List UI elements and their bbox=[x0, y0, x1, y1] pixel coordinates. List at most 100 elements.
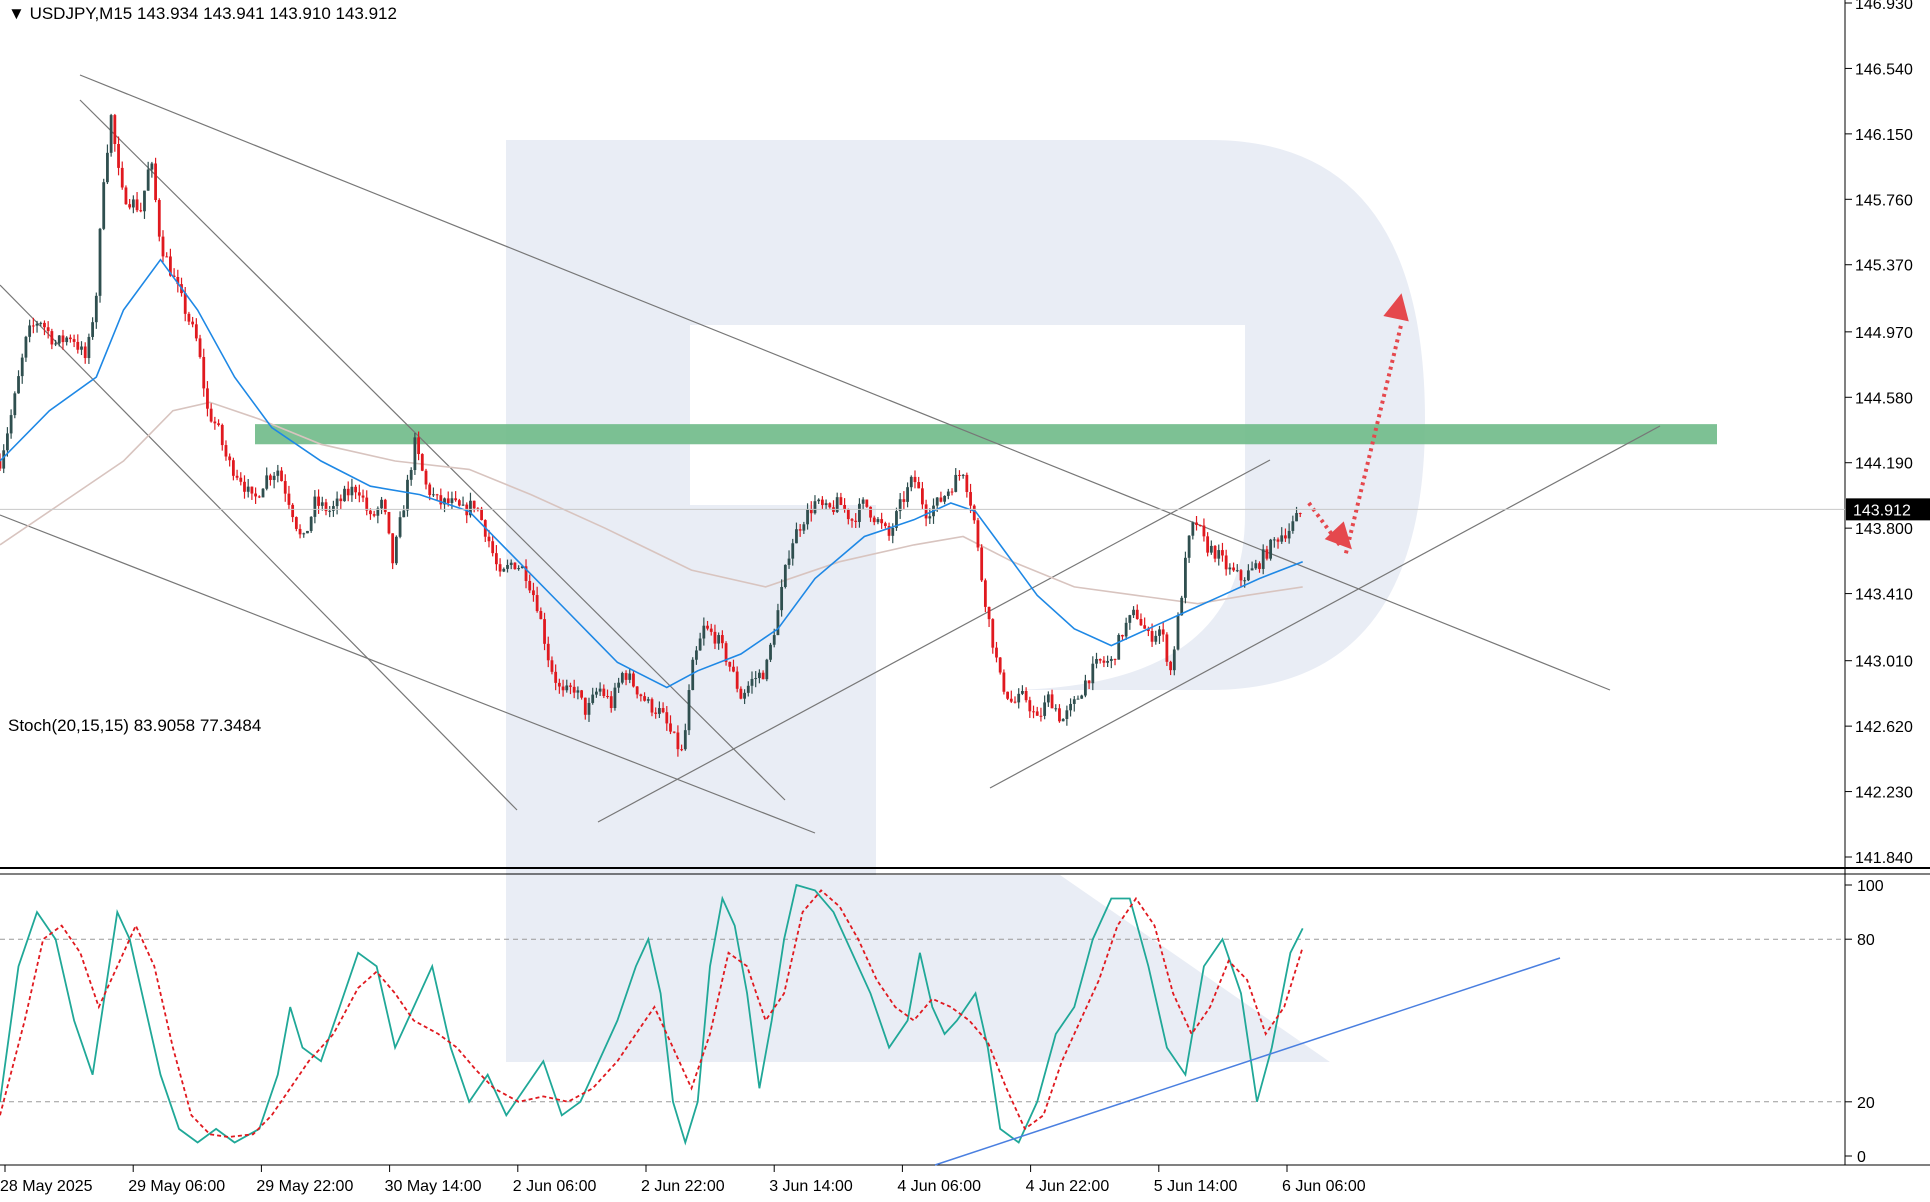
candle-body bbox=[872, 517, 876, 523]
candle-body bbox=[961, 474, 965, 476]
candle-body bbox=[239, 477, 243, 482]
candle-body bbox=[539, 611, 543, 620]
time-tick-label: 5 Jun 14:00 bbox=[1154, 1178, 1238, 1195]
candle-body bbox=[187, 313, 191, 322]
candle-body bbox=[1158, 629, 1161, 636]
candle-body bbox=[372, 514, 376, 516]
candle-body bbox=[928, 516, 932, 519]
candle-body bbox=[350, 486, 354, 496]
candle-body bbox=[1024, 690, 1028, 701]
candle-body bbox=[643, 696, 646, 701]
candle-body bbox=[1035, 711, 1039, 716]
candle-body bbox=[28, 325, 32, 337]
candle-body bbox=[213, 421, 217, 424]
candle-body bbox=[1206, 536, 1210, 553]
candle-body bbox=[343, 488, 346, 502]
candle-body bbox=[298, 528, 302, 535]
candle-body bbox=[1213, 545, 1217, 559]
candle-body bbox=[309, 516, 313, 531]
candle-body bbox=[1076, 698, 1080, 700]
candle-body bbox=[1006, 691, 1009, 699]
candle-body bbox=[165, 256, 169, 258]
candle-body bbox=[1176, 615, 1180, 650]
candle-body bbox=[24, 336, 28, 358]
candle-body bbox=[254, 493, 258, 497]
candle-body bbox=[435, 494, 439, 496]
candle-body bbox=[409, 470, 413, 480]
candle-body bbox=[917, 482, 921, 489]
candle-body bbox=[1250, 568, 1254, 571]
candle-body bbox=[198, 338, 202, 357]
candle-body bbox=[1109, 658, 1113, 661]
candle-body bbox=[276, 470, 280, 476]
candle-body bbox=[1169, 661, 1172, 671]
candle-body bbox=[750, 678, 754, 686]
candle-body bbox=[776, 610, 780, 636]
candle-body bbox=[628, 673, 632, 680]
candle-body bbox=[965, 474, 969, 493]
candle-body bbox=[580, 690, 583, 698]
candle-body bbox=[1143, 625, 1147, 629]
candle-body bbox=[935, 497, 939, 506]
candle-body bbox=[576, 690, 580, 693]
candle-body bbox=[294, 517, 298, 529]
candle-body bbox=[950, 491, 954, 493]
candle-body bbox=[1202, 525, 1206, 537]
time-tick-label: 30 May 14:00 bbox=[385, 1178, 482, 1195]
candle-body bbox=[743, 692, 746, 699]
candle-body bbox=[565, 685, 569, 691]
candle-body bbox=[261, 488, 265, 498]
candle-body bbox=[591, 694, 595, 703]
candle-body bbox=[20, 357, 24, 377]
candle-body bbox=[1232, 567, 1235, 571]
candle-body bbox=[139, 210, 143, 212]
candle-body bbox=[657, 708, 661, 714]
candle-body bbox=[1239, 570, 1243, 581]
candle-body bbox=[702, 625, 706, 639]
candle-body bbox=[120, 167, 124, 188]
candle-body bbox=[980, 547, 984, 581]
candle-body bbox=[494, 553, 498, 565]
candle-body bbox=[1050, 694, 1054, 709]
candle-body bbox=[602, 688, 606, 697]
candle-body bbox=[98, 228, 102, 296]
candle-body bbox=[76, 341, 80, 350]
candle-body bbox=[1165, 634, 1169, 662]
candle-body bbox=[117, 144, 120, 168]
candle-body bbox=[1139, 618, 1143, 626]
candle-body bbox=[1121, 634, 1124, 637]
candle-body bbox=[883, 523, 887, 527]
candle-body bbox=[428, 484, 432, 496]
candle-body bbox=[1228, 567, 1232, 570]
resistance-zone bbox=[255, 424, 1717, 445]
candle-body bbox=[1195, 522, 1198, 525]
candle-body bbox=[824, 503, 828, 506]
candle-body bbox=[357, 492, 361, 496]
candle-body bbox=[487, 536, 491, 542]
price-tick-label: 142.230 bbox=[1855, 785, 1913, 802]
candle-body bbox=[698, 638, 702, 651]
candle-body bbox=[1039, 715, 1043, 717]
candle-body bbox=[506, 564, 509, 569]
candle-body bbox=[1080, 695, 1084, 699]
candle-body bbox=[550, 660, 554, 672]
candle-body bbox=[220, 424, 224, 446]
candle-body bbox=[135, 199, 139, 211]
candle-body bbox=[306, 530, 309, 534]
price-chart[interactable]: 146.930 146.540 146.150 145.760 145.370 144.9… bbox=[0, 0, 1930, 1202]
candle-body bbox=[1217, 550, 1221, 559]
candle-body bbox=[876, 519, 880, 523]
candle-body bbox=[676, 732, 680, 750]
time-tick-label: 29 May 22:00 bbox=[256, 1178, 353, 1195]
candle-body bbox=[943, 495, 947, 502]
candle-body bbox=[1065, 710, 1069, 719]
candle-body bbox=[1032, 711, 1035, 713]
candle-body bbox=[654, 712, 658, 714]
candle-body bbox=[224, 445, 228, 457]
candle-body bbox=[709, 628, 713, 632]
candle-body bbox=[1113, 658, 1117, 660]
candle-body bbox=[328, 510, 332, 512]
candle-body bbox=[939, 497, 943, 502]
candle-body bbox=[1221, 550, 1224, 556]
candle-body bbox=[728, 661, 732, 667]
